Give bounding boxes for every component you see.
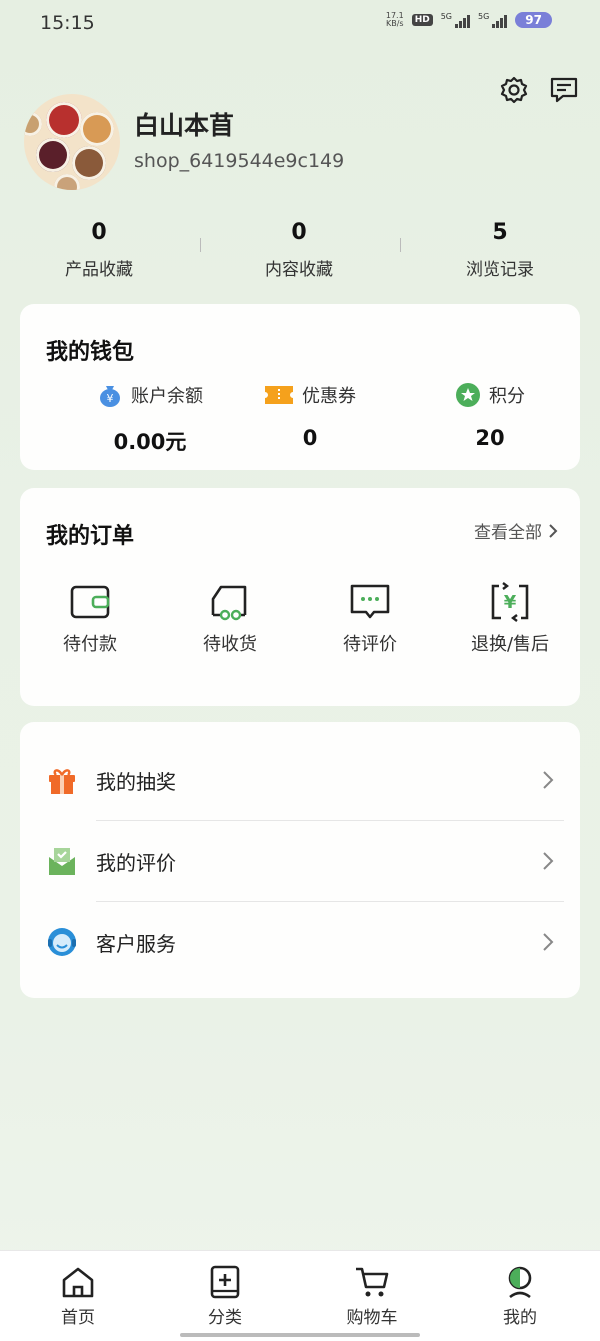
bottom-navigation: 首页 分类 购物车 我的 [0, 1250, 600, 1341]
stat-browse-history[interactable]: 5 浏览记录 [430, 220, 570, 280]
refund-icon: ¥ [491, 582, 529, 622]
home-icon [62, 1267, 94, 1298]
chevron-right-icon [549, 523, 558, 538]
hd-badge: HD [411, 14, 433, 26]
nav-home[interactable]: 首页 [28, 1265, 128, 1328]
divider [200, 238, 201, 252]
nav-profile[interactable]: 我的 [470, 1265, 570, 1328]
delivery-truck-icon [211, 585, 247, 621]
status-bar: 15:15 17.1 KB/s HD 5G 5G 97 [0, 0, 600, 44]
chevron-right-icon [543, 852, 554, 870]
order-pending-delivery[interactable]: 待收货 [160, 582, 300, 656]
menu-item-my-reviews[interactable]: 我的评价 [20, 821, 580, 901]
profile-name: 白山本苜 [134, 111, 235, 140]
stat-product-favorites[interactable]: 0 产品收藏 [29, 220, 169, 280]
signal-icon: 5G [478, 12, 508, 28]
wallet-title: 我的钱包 [46, 340, 135, 365]
wallet-points[interactable]: 积分 20 [400, 382, 580, 450]
order-refund-aftersales[interactable]: ¥ 退换/售后 [440, 582, 580, 656]
status-time: 15:15 [40, 12, 95, 34]
profile-icon [508, 1266, 532, 1299]
wallet-icon [70, 585, 110, 619]
avatar[interactable] [24, 94, 120, 190]
chevron-right-icon [543, 771, 554, 789]
category-icon [210, 1265, 240, 1299]
money-bag-icon: ¥ [100, 386, 120, 407]
battery-indicator: 97 [515, 12, 552, 28]
orders-card: 我的订单 查看全部 待付款 待收货 待评价 ¥ 退换/售后 [20, 488, 580, 706]
coupon-icon [265, 386, 293, 404]
comment-icon [350, 584, 390, 619]
nav-cart[interactable]: 购物车 [322, 1265, 422, 1328]
cart-icon [356, 1267, 389, 1297]
message-icon[interactable] [548, 74, 580, 106]
home-indicator[interactable] [180, 1333, 420, 1337]
profile-shop-id: shop_6419544e9c149 [134, 150, 345, 172]
header-actions [498, 74, 580, 106]
customer-service-icon [48, 928, 76, 956]
menu-card: 我的抽奖 我的评价 客户服务 [20, 722, 580, 998]
divider [400, 238, 401, 252]
chevron-right-icon [543, 933, 554, 951]
review-envelope-icon [49, 848, 75, 875]
settings-gear-icon[interactable] [498, 74, 530, 106]
wallet-card: 我的钱包 ¥ 账户余额 0.00元 优惠券 0 积分 20 [20, 304, 580, 470]
menu-item-customer-service[interactable]: 客户服务 [20, 902, 580, 982]
order-pending-payment[interactable]: 待付款 [20, 582, 160, 656]
wallet-coupons[interactable]: 优惠券 0 [220, 382, 400, 450]
profile-stats: 0 产品收藏 0 内容收藏 5 浏览记录 [0, 220, 600, 290]
wallet-balance[interactable]: ¥ 账户余额 0.00元 [60, 382, 240, 456]
svg-text:¥: ¥ [504, 592, 517, 613]
order-pending-review[interactable]: 待评价 [300, 582, 440, 656]
view-all-orders-link[interactable]: 查看全部 [474, 518, 558, 543]
star-badge-icon [456, 383, 480, 407]
gift-icon [49, 769, 75, 794]
stat-content-favorites[interactable]: 0 内容收藏 [229, 220, 369, 280]
status-indicators: 17.1 KB/s HD 5G 5G 97 [386, 12, 552, 28]
svg-text:¥: ¥ [107, 392, 114, 405]
network-speed: 17.1 KB/s [385, 11, 404, 28]
orders-title: 我的订单 [46, 524, 135, 549]
nav-category[interactable]: 分类 [175, 1265, 275, 1328]
signal-icon: 5G [441, 12, 470, 28]
menu-item-lottery[interactable]: 我的抽奖 [20, 740, 580, 820]
